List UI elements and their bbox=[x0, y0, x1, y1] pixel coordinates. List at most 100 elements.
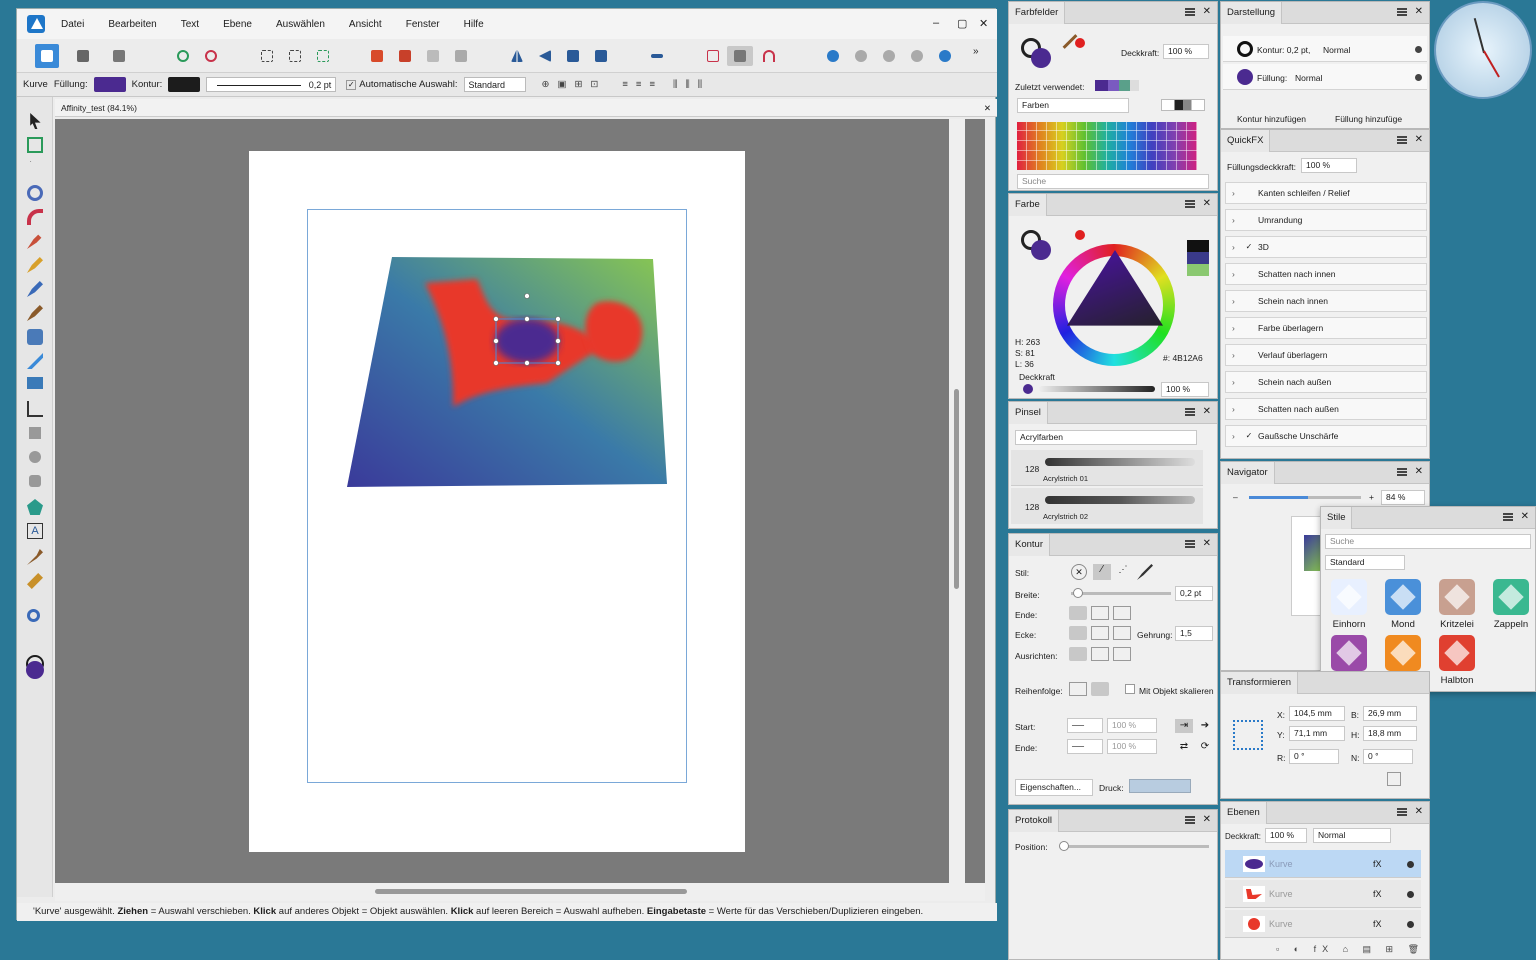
zoom-field[interactable]: 84 % bbox=[1381, 490, 1425, 505]
move-tool-icon[interactable] bbox=[30, 113, 41, 129]
panel-close-icon[interactable]: ✕ bbox=[1203, 406, 1211, 417]
settings-icon[interactable] bbox=[173, 46, 193, 66]
opacity-field[interactable]: 100 % bbox=[1163, 44, 1209, 59]
panel-menu-icon[interactable] bbox=[1397, 136, 1407, 144]
magnet-icon[interactable] bbox=[759, 46, 779, 66]
effect-checkbox[interactable] bbox=[1244, 296, 1254, 306]
properties-button[interactable]: Eigenschaften... bbox=[1015, 779, 1093, 796]
layer-visibility-icon[interactable] bbox=[1407, 891, 1414, 898]
auto-select-checkbox[interactable]: ✓ bbox=[346, 79, 357, 90]
corner-tool-icon[interactable] bbox=[27, 209, 43, 225]
menu-auswaehlen[interactable]: Auswählen bbox=[276, 19, 325, 30]
pressure-curve[interactable] bbox=[1129, 779, 1191, 793]
effect-checkbox[interactable]: ✓ bbox=[1244, 431, 1254, 441]
start-arrow-dropdown[interactable]: ── bbox=[1067, 718, 1103, 733]
swatch-search[interactable]: Suche bbox=[1017, 174, 1209, 189]
layer-visibility-icon[interactable] bbox=[1407, 861, 1414, 868]
layer-row[interactable]: Kurve fX bbox=[1225, 910, 1421, 938]
fill-tool-icon[interactable] bbox=[27, 329, 43, 345]
document-tab[interactable]: Affinity_test (84.1%) ✕ bbox=[55, 99, 997, 117]
effect-checkbox[interactable] bbox=[1244, 188, 1254, 198]
transform-tab[interactable]: Transformieren bbox=[1221, 672, 1299, 694]
end-arrow-dropdown[interactable]: ── bbox=[1067, 739, 1103, 754]
vertical-scrollbar[interactable] bbox=[949, 119, 965, 883]
place-image-tool-icon[interactable] bbox=[27, 377, 43, 389]
rectangle-tool-icon[interactable] bbox=[29, 427, 41, 439]
horizontal-scroll-thumb[interactable] bbox=[375, 889, 687, 894]
swatch-grid[interactable] bbox=[1017, 122, 1197, 170]
snapping-toggle-icon[interactable] bbox=[727, 46, 753, 66]
menu-hilfe[interactable]: Hilfe bbox=[464, 19, 484, 30]
start-scale-field[interactable]: 100 % bbox=[1107, 718, 1157, 733]
round-cap-icon[interactable] bbox=[1091, 606, 1109, 620]
solid-line-icon[interactable]: ⁄ bbox=[1093, 564, 1111, 580]
select-all-icon[interactable] bbox=[257, 46, 277, 66]
align-center-icon[interactable] bbox=[1069, 647, 1087, 661]
brush-item[interactable]: 128 Acrylstrich 01 bbox=[1011, 450, 1203, 486]
stroke-tab[interactable]: Kontur bbox=[1009, 534, 1050, 556]
menu-ansicht[interactable]: Ansicht bbox=[349, 19, 382, 30]
effect-row[interactable]: › ✓ Gaußsche Unschärfe bbox=[1225, 425, 1427, 447]
stroke-width-field[interactable]: 0,2 pt bbox=[206, 77, 337, 92]
crop-tool-icon[interactable] bbox=[27, 401, 43, 417]
align-icon[interactable] bbox=[647, 46, 667, 66]
arrange-forward-icon[interactable] bbox=[395, 46, 415, 66]
panel-close-icon[interactable]: ✕ bbox=[1415, 6, 1423, 17]
zoom-in-icon[interactable]: + bbox=[1369, 492, 1374, 502]
panel-close-icon[interactable]: ✕ bbox=[1203, 198, 1211, 209]
paint-brush-tool-icon[interactable] bbox=[27, 305, 43, 321]
effect-row[interactable]: › Schein nach außen bbox=[1225, 371, 1427, 393]
x-field[interactable]: 104,5 mm bbox=[1289, 706, 1345, 721]
expand-chevron-icon[interactable]: › bbox=[1232, 237, 1235, 257]
zoom-tool-icon[interactable] bbox=[27, 609, 40, 622]
minimize-button[interactable]: – bbox=[933, 17, 939, 29]
pen-tool-icon[interactable] bbox=[27, 234, 42, 249]
panel-close-icon[interactable]: ✕ bbox=[1203, 6, 1211, 17]
miter-field[interactable]: 1,5 bbox=[1175, 626, 1213, 641]
stroke-behind-icon[interactable] bbox=[1069, 682, 1087, 696]
expand-chevron-icon[interactable]: › bbox=[1232, 372, 1235, 392]
fill-color-well[interactable] bbox=[26, 661, 44, 679]
end-scale-field[interactable]: 100 % bbox=[1107, 739, 1157, 754]
effect-row[interactable]: › Kanten schleifen / Relief bbox=[1225, 182, 1427, 204]
fill-row[interactable]: Füllung: Normal bbox=[1223, 64, 1427, 90]
node-tool-icon[interactable] bbox=[30, 161, 41, 174]
style-tile[interactable] bbox=[1439, 635, 1475, 671]
style-tile[interactable] bbox=[1385, 579, 1421, 615]
width-field[interactable]: 0,2 pt bbox=[1175, 586, 1213, 601]
panel-close-icon[interactable]: ✕ bbox=[1203, 538, 1211, 549]
hex-field[interactable]: #: 4B12A6 bbox=[1159, 352, 1209, 367]
effect-row[interactable]: › ✓ 3D bbox=[1225, 236, 1427, 258]
reset-arrows-icon[interactable]: ⟳ bbox=[1197, 740, 1213, 754]
expand-chevron-icon[interactable]: › bbox=[1232, 210, 1235, 230]
history-slider-thumb[interactable] bbox=[1059, 841, 1069, 851]
width-field[interactable]: 26,9 mm bbox=[1363, 706, 1417, 721]
recent-color-dot[interactable] bbox=[1075, 38, 1085, 48]
add-fill-button[interactable]: Füllung hinzufüge bbox=[1335, 114, 1402, 124]
expand-chevron-icon[interactable]: › bbox=[1232, 345, 1235, 365]
distribute-icons[interactable]: ⫼⫼⫼ bbox=[673, 79, 710, 90]
align-icons[interactable]: ≡≡≡ bbox=[622, 79, 663, 90]
boolean-add-icon[interactable] bbox=[823, 46, 843, 66]
width-slider-thumb[interactable] bbox=[1073, 588, 1083, 598]
panel-close-icon[interactable]: ✕ bbox=[1521, 511, 1529, 522]
toolbar-overflow-icon[interactable]: » bbox=[973, 46, 993, 66]
stroke-front-icon[interactable] bbox=[1091, 682, 1109, 696]
auto-select-dropdown[interactable]: Standard bbox=[463, 77, 526, 92]
panel-menu-icon[interactable] bbox=[1503, 513, 1513, 521]
export-persona-icon[interactable] bbox=[109, 46, 129, 66]
align-outside-icon[interactable] bbox=[1113, 647, 1131, 661]
boolean-intersect-icon[interactable] bbox=[879, 46, 899, 66]
style-tile[interactable] bbox=[1439, 579, 1475, 615]
layer-row[interactable]: Kurve fX bbox=[1225, 850, 1421, 878]
effect-checkbox[interactable] bbox=[1244, 404, 1254, 414]
align-inside-icon[interactable] bbox=[1091, 647, 1109, 661]
boolean-subtract-icon[interactable] bbox=[851, 46, 871, 66]
expand-chevron-icon[interactable]: › bbox=[1232, 183, 1235, 203]
panel-menu-icon[interactable] bbox=[1185, 8, 1195, 16]
menu-datei[interactable]: Datei bbox=[61, 19, 84, 30]
point-transform-tool-icon[interactable] bbox=[27, 185, 43, 201]
add-stroke-button[interactable]: Kontur hinzufügen bbox=[1237, 114, 1306, 124]
dashed-line-icon[interactable]: ⋰ bbox=[1115, 564, 1131, 580]
designer-persona-icon[interactable] bbox=[35, 44, 59, 68]
